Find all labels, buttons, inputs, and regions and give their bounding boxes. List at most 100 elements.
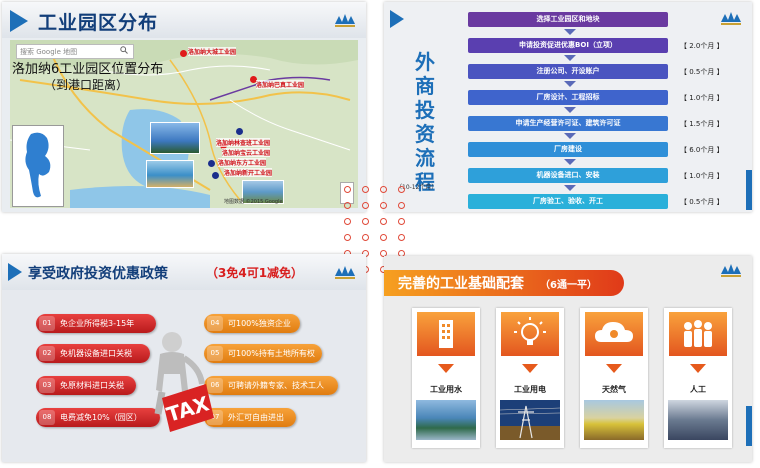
slide-title: 工业园区分布 bbox=[38, 12, 159, 34]
infra-card-gas: 天然气 bbox=[580, 308, 648, 448]
arrow-down-icon bbox=[564, 55, 576, 61]
decorative-dot bbox=[398, 186, 405, 193]
decorative-dot bbox=[362, 202, 369, 209]
slide-edge-accent bbox=[746, 406, 752, 446]
map-pin-label: 洛加纳新开工业园 bbox=[224, 168, 273, 177]
people-icon bbox=[684, 320, 712, 347]
policy-text: 免原材料进口关税 bbox=[60, 381, 124, 390]
play-triangle-icon bbox=[390, 10, 404, 28]
policy-text: 免企业所得税3-15年 bbox=[60, 319, 135, 328]
company-logo-icon bbox=[721, 264, 741, 277]
policy-item: 05 可100%持有土地所有权 bbox=[204, 344, 322, 363]
policy-item: 02 免机器设备进口关税 bbox=[36, 344, 150, 363]
process-step: 厂房建设 bbox=[468, 142, 668, 157]
cloud-icon bbox=[595, 322, 633, 342]
infrastructure-banner: 完善的工业基础配套 （6通一平） bbox=[384, 270, 624, 296]
infra-label: 工业用水 bbox=[430, 385, 462, 394]
map-search-input[interactable]: 搜索 Google 地图 bbox=[16, 44, 134, 59]
map-pin[interactable] bbox=[236, 128, 243, 135]
decorative-dot bbox=[344, 186, 351, 193]
map-pin[interactable] bbox=[208, 160, 215, 167]
decorative-dot bbox=[380, 186, 387, 193]
infra-label: 人工 bbox=[690, 385, 706, 394]
map-pin-label: 洛加纳宝云工业园 bbox=[222, 148, 271, 157]
company-logo-icon bbox=[335, 266, 355, 279]
infra-label: 工业用电 bbox=[514, 385, 546, 394]
port-photo bbox=[150, 122, 200, 154]
map-pin[interactable] bbox=[212, 172, 219, 179]
chevron-down-icon bbox=[522, 364, 538, 373]
decorative-dot bbox=[362, 234, 369, 241]
process-vertical-title: 外 商 投 资 流 程 bbox=[415, 50, 435, 194]
map-copyright: 地图数据 ©2015 Google bbox=[224, 199, 283, 205]
decorative-dot bbox=[344, 218, 351, 225]
decorative-dot bbox=[398, 234, 405, 241]
process-step: 注册公司、开设账户 bbox=[468, 64, 668, 79]
gas-pipeline-photo bbox=[584, 400, 644, 440]
policy-text: 可100%持有土地所有权 bbox=[228, 349, 315, 358]
building-icon bbox=[439, 320, 453, 348]
map-pin-label: 洛加纳东方工业园 bbox=[218, 158, 267, 167]
water-facility-photo bbox=[416, 400, 476, 440]
infra-card-power: 工业用电 bbox=[496, 308, 564, 448]
policy-text: 免机器设备进口关税 bbox=[60, 349, 132, 358]
slide-park-distribution: 工业园区分布 搜索 Google 地图 洛加纳6工业园区位置分布 （到港口距离） bbox=[2, 2, 366, 212]
search-icon[interactable] bbox=[120, 46, 128, 54]
chevron-down-icon bbox=[438, 364, 454, 373]
process-step: 厂房设计、工程招标 bbox=[468, 90, 668, 105]
arrow-down-icon bbox=[564, 133, 576, 139]
decorative-dot bbox=[398, 202, 405, 209]
process-step-duration: 【 1.0个月 】 bbox=[680, 172, 724, 180]
map-subtitle-note: （到港口距离） bbox=[44, 78, 129, 92]
arrow-down-icon bbox=[564, 29, 576, 35]
process-step: 选择工业园区和地块 bbox=[468, 12, 668, 27]
chevron-down-icon bbox=[690, 364, 706, 373]
map-pin-label: 洛加纳巴真工业园 bbox=[256, 80, 305, 89]
process-step-duration: 【 0.5个月 】 bbox=[680, 198, 724, 206]
factory-workers-photo bbox=[668, 400, 728, 440]
slide-title: 完善的工业基础配套 bbox=[398, 276, 524, 292]
policy-number: 03 bbox=[39, 378, 55, 393]
decorative-dot bbox=[362, 186, 369, 193]
slide-investment-process: 外 商 投 资 流 程 （10-12个月） 选择工业园区和地块 申请投资促进优惠B… bbox=[384, 2, 752, 212]
decorative-dot bbox=[362, 218, 369, 225]
policy-number: 08 bbox=[39, 410, 55, 425]
policy-text: 电费减免10%（园区） bbox=[60, 413, 142, 422]
google-map[interactable]: 搜索 Google 地图 洛加纳6工业园区位置分布 （到港口距离） 洛加纳大城工… bbox=[10, 40, 358, 208]
slide-subtitle: （6通一平） bbox=[540, 280, 597, 291]
arrow-down-icon bbox=[564, 159, 576, 165]
decorative-dot bbox=[380, 202, 387, 209]
process-step-duration: 【 1.5个月 】 bbox=[680, 120, 724, 128]
map-pin-label: 洛加纳大城工业园 bbox=[188, 47, 237, 56]
process-step: 申请生产经营许可证、建筑许可证 bbox=[468, 116, 668, 131]
company-logo-icon bbox=[335, 14, 355, 27]
process-step-duration: 【 2.0个月 】 bbox=[680, 42, 724, 50]
policy-item: 01 免企业所得税3-15年 bbox=[36, 314, 156, 333]
decorative-dot bbox=[344, 234, 351, 241]
thailand-inset-map bbox=[12, 125, 64, 207]
port-photo bbox=[146, 160, 194, 188]
slide-title: 享受政府投资优惠政策 bbox=[28, 266, 168, 282]
infra-label: 天然气 bbox=[602, 385, 626, 394]
policy-text: 可聘请外籍专家、技术工人 bbox=[228, 381, 324, 390]
process-step: 厂房验工、验收、开工 bbox=[468, 194, 668, 209]
decorative-dot bbox=[380, 234, 387, 241]
infra-card-labor: 人工 bbox=[664, 308, 732, 448]
process-step: 机器设备进口、安装 bbox=[468, 168, 668, 183]
arrow-down-icon bbox=[564, 107, 576, 113]
process-step-duration: 【 1.0个月 】 bbox=[680, 94, 724, 102]
map-pin[interactable] bbox=[180, 50, 187, 57]
slide-investment-policy: 享受政府投资优惠政策 （3免4可1减免） 01 免企业所得税3-15年 02 免机器设… bbox=[2, 254, 366, 462]
slide-edge-accent bbox=[746, 170, 752, 210]
policy-text: 可100%独资企业 bbox=[228, 319, 291, 328]
process-step: 申请投资促进优惠BOI（立项） bbox=[468, 38, 668, 53]
tax-figure-illustration: TAX bbox=[142, 328, 220, 446]
process-step-duration: 【 0.5个月 】 bbox=[680, 68, 724, 76]
play-triangle-icon bbox=[10, 10, 28, 32]
arrow-down-icon bbox=[564, 185, 576, 191]
play-triangle-icon bbox=[8, 263, 22, 281]
lightbulb-icon bbox=[514, 317, 546, 345]
power-line-photo bbox=[499, 400, 561, 440]
slide-infrastructure: 完善的工业基础配套 （6通一平） 工业用水 工业用电 天然气 人工 bbox=[384, 256, 752, 462]
policy-text: 外汇可自由进出 bbox=[228, 413, 284, 422]
